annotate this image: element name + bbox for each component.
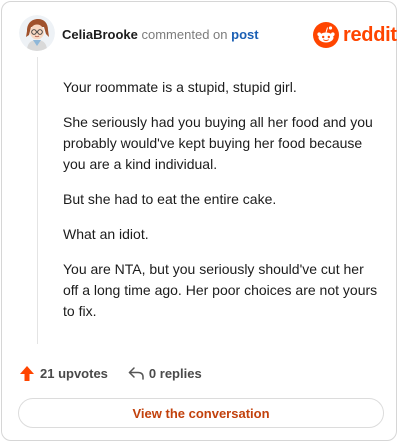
post-link[interactable]: post xyxy=(231,27,258,42)
avatar-image xyxy=(19,15,55,51)
upvotes-stat[interactable]: 21 upvotes xyxy=(19,365,108,382)
reddit-wordmark: reddit xyxy=(343,24,397,46)
comment-paragraph: But she had to eat the entire cake. xyxy=(63,191,277,207)
comment-body: Your roommate is a stupid, stupid girl. … xyxy=(63,77,381,336)
avatar[interactable] xyxy=(19,15,55,51)
thread-line xyxy=(37,57,38,344)
view-conversation-button[interactable]: View the conversation xyxy=(18,398,384,428)
comment-paragraph: She seriously had you buying all her foo… xyxy=(63,114,373,172)
replies-count: 0 replies xyxy=(148,365,202,381)
comment-header: CeliaBrooke commented on post xyxy=(62,27,259,43)
upvotes-count: 21 upvotes xyxy=(40,365,108,381)
username[interactable]: CeliaBrooke xyxy=(62,27,138,42)
upvote-arrow-icon xyxy=(20,365,34,381)
reddit-logo[interactable]: reddit xyxy=(313,22,397,48)
reddit-alien-icon xyxy=(313,22,339,48)
comment-card: CeliaBrooke commented on post reddit You… xyxy=(1,1,397,441)
replies-stat[interactable]: 0 replies xyxy=(128,366,202,381)
reply-arrow-icon xyxy=(128,367,144,380)
comment-paragraph: Your roommate is a stupid, stupid girl. xyxy=(63,79,297,95)
action-text: commented on xyxy=(141,27,228,42)
comment-footer: 21 upvotes 0 replies xyxy=(19,362,202,384)
comment-paragraph: What an idiot. xyxy=(63,226,149,242)
comment-paragraph: You are NTA, but you seriously should've… xyxy=(63,261,378,319)
